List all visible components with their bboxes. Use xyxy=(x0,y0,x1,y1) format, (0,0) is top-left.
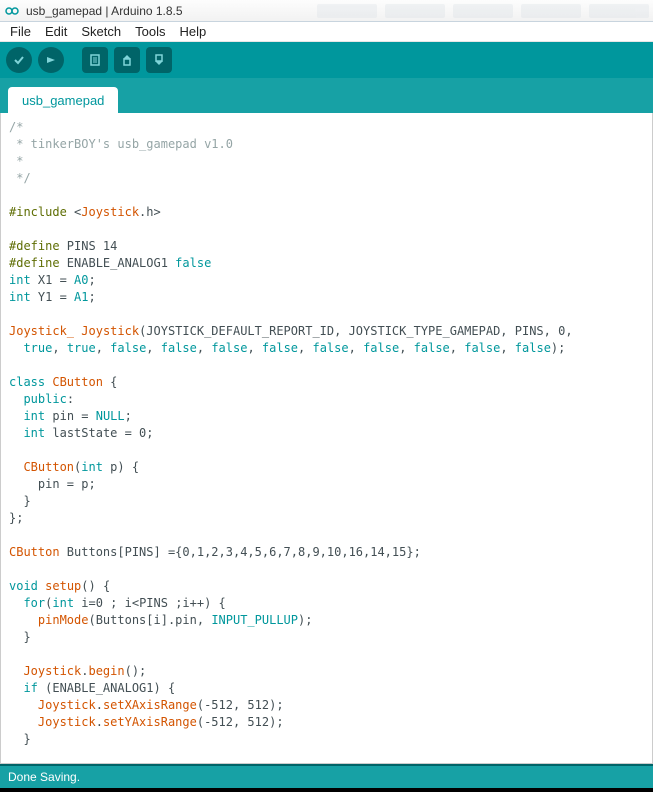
status-text: Done Saving. xyxy=(8,770,80,784)
verify-button[interactable] xyxy=(6,47,32,73)
menu-edit[interactable]: Edit xyxy=(39,22,73,41)
save-sketch-button[interactable] xyxy=(146,47,172,73)
window-title: usb_gamepad | Arduino 1.8.5 xyxy=(26,4,183,18)
menu-tools[interactable]: Tools xyxy=(129,22,171,41)
status-bar: Done Saving. xyxy=(0,764,653,788)
menu-file[interactable]: File xyxy=(4,22,37,41)
open-sketch-button[interactable] xyxy=(114,47,140,73)
console-output xyxy=(0,788,653,792)
arduino-logo-icon xyxy=(4,3,20,19)
toolbar xyxy=(0,42,653,78)
window-titlebar: usb_gamepad | Arduino 1.8.5 xyxy=(0,0,653,22)
new-sketch-button[interactable] xyxy=(82,47,108,73)
sketch-tabstrip: usb_gamepad xyxy=(0,78,653,113)
menu-help[interactable]: Help xyxy=(173,22,212,41)
code-content[interactable]: /* * tinkerBOY's usb_gamepad v1.0 * */ #… xyxy=(1,113,652,760)
code-editor[interactable]: /* * tinkerBOY's usb_gamepad v1.0 * */ #… xyxy=(0,113,653,764)
background-tabs xyxy=(317,4,649,18)
tab-usb-gamepad[interactable]: usb_gamepad xyxy=(8,87,118,114)
menu-bar: File Edit Sketch Tools Help xyxy=(0,22,653,42)
menu-sketch[interactable]: Sketch xyxy=(75,22,127,41)
upload-button[interactable] xyxy=(38,47,64,73)
